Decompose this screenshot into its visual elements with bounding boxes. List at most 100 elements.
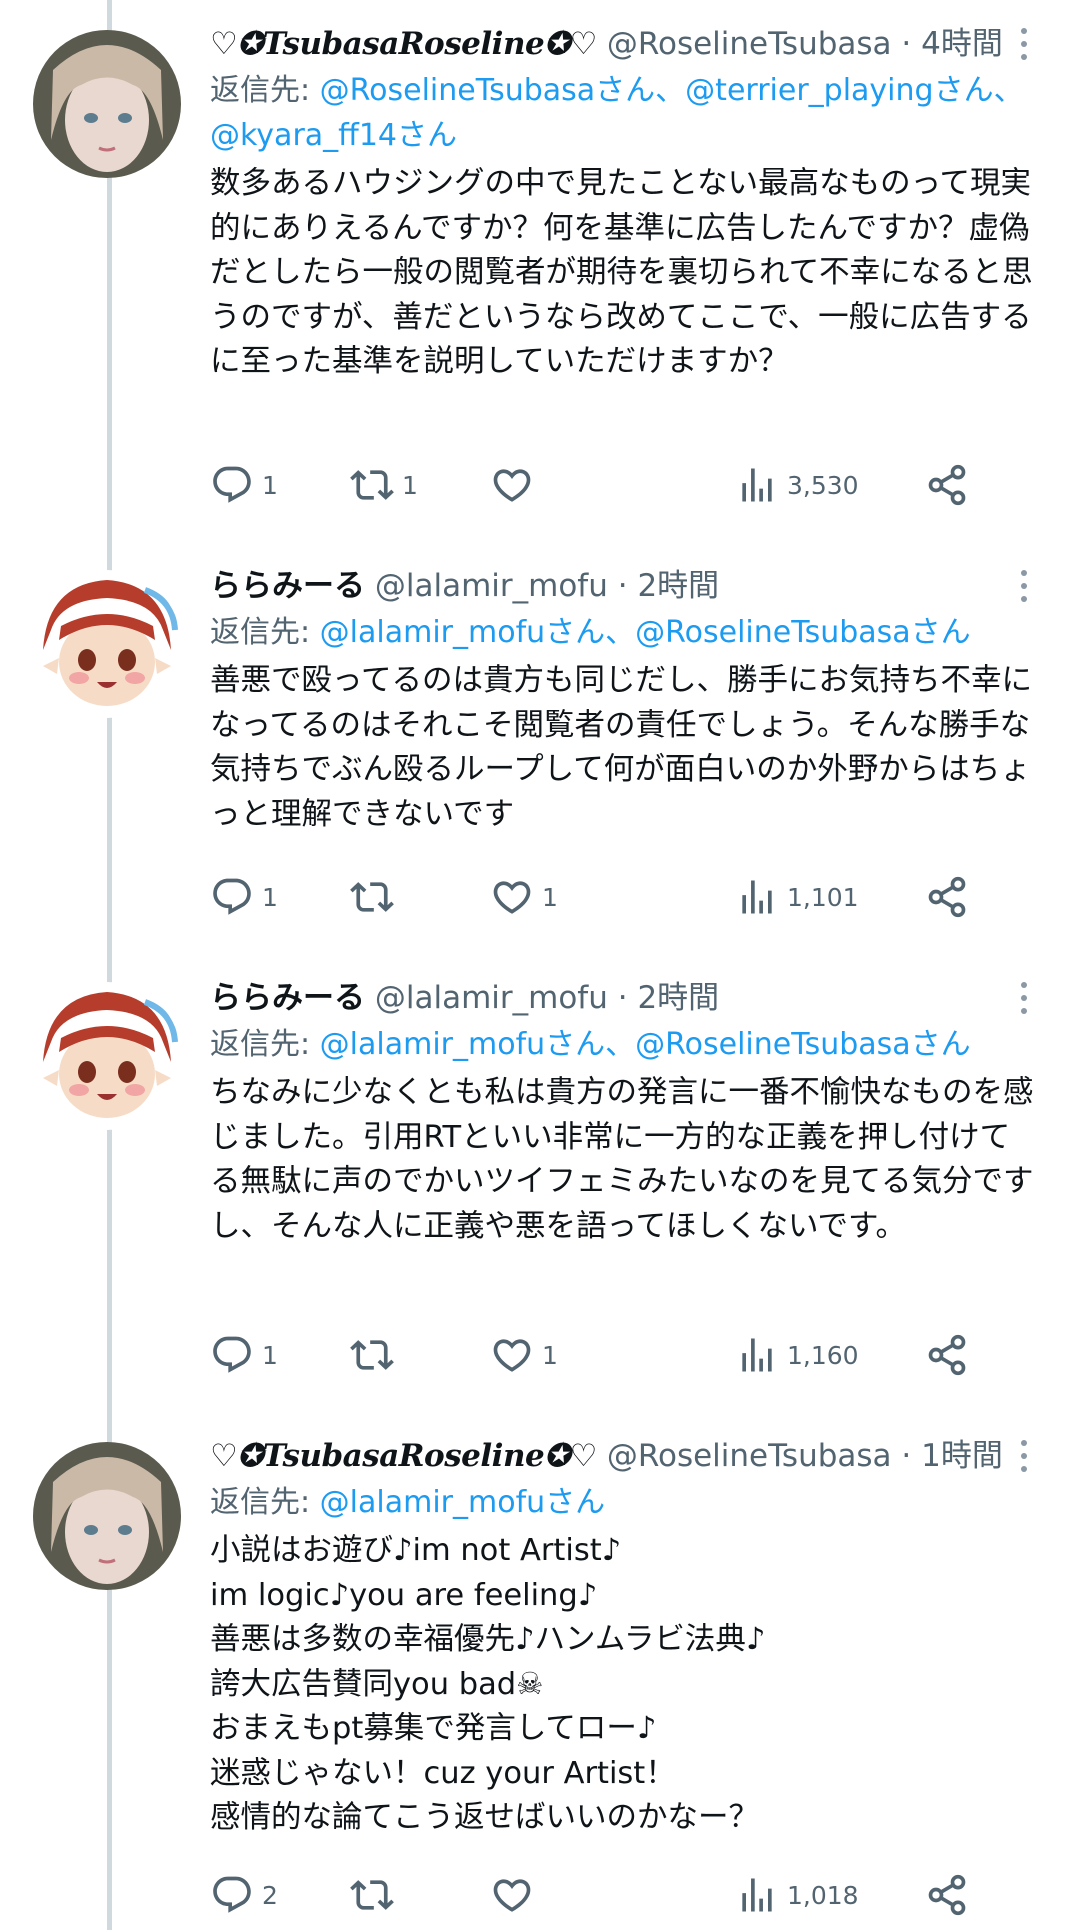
views-button[interactable]: 1,018 [735,1870,859,1920]
like-button[interactable] [490,460,542,510]
tweet[interactable]: ららみーる @lalamir_mofu · 2時間 返信先: @lalamir_… [0,562,1080,952]
avatar[interactable] [33,982,181,1130]
retweet-button[interactable]: 1 [350,460,418,510]
more-icon[interactable] [1016,570,1032,610]
tweet-text: 小説はお遊び♪im not Artist♪ im logic♪you are f… [210,1529,1040,1841]
display-name[interactable]: ららみーる [210,980,365,1016]
reply-to-label: 返信先: [210,615,320,650]
retweet-button[interactable] [350,1330,402,1380]
separator-dot: · [901,1438,912,1474]
tweet-text: ちなみに少なくとも私は貴方の発言に一番不愉快なものを感じました。引用RTといい非… [210,1071,1040,1249]
action-bar: 1 1 1,101 [210,872,990,922]
tweet-header: ♡✪TsubasaRoseline✪♡ @RoselineTsubasa · 1… [210,1432,1040,1480]
share-icon [928,1874,966,1916]
avatar[interactable] [33,30,181,178]
retweet-button[interactable] [350,872,402,922]
views-button[interactable]: 1,160 [735,1330,859,1380]
more-icon[interactable] [1016,982,1032,1022]
reply-count: 1 [262,1340,278,1370]
separator-dot: · [901,26,912,62]
reply-icon [213,878,251,915]
share-button[interactable] [925,460,969,510]
reply-to: 返信先: @RoselineTsubasaさん、@terrier_playing… [210,68,1040,158]
reply-to: 返信先: @lalamir_mofuさん [210,1480,1040,1525]
tweet-text-line: 感情的な論てこう返せばいいのかなー？ [210,1800,759,1835]
retweet-button[interactable] [350,1870,402,1920]
views-count: 3,530 [787,470,859,500]
views-button[interactable]: 1,101 [735,872,859,922]
tweet-text-line: おまえもpt募集で発言してロー♪ [210,1711,657,1746]
reply-button[interactable]: 1 [210,1330,278,1380]
like-button[interactable]: 1 [490,872,558,922]
like-button[interactable]: 1 [490,1330,558,1380]
like-icon [493,1339,531,1372]
like-count: 1 [542,882,558,912]
tweet-text-line: 善悪は多数の幸福優先♪ハンムラビ法典♪ [210,1622,766,1657]
reply-mentions[interactable]: @lalamir_mofuさん [320,1485,605,1520]
avatar[interactable] [33,570,181,718]
tweet-text-line: 数多あるハウジングの中で見たことない最高なものって現実的にありえるんですか？何を… [210,166,1033,379]
views-icon [742,1338,772,1372]
user-handle[interactable]: @RoselineTsubasa [607,26,892,62]
user-handle[interactable]: @RoselineTsubasa [607,1438,892,1474]
share-icon [928,876,966,918]
display-name[interactable]: ららみーる [210,568,365,604]
share-icon [928,1334,966,1376]
tweet-text: 善悪で殴ってるのは貴方も同じだし、勝手にお気持ち不幸になってるのはそれこそ閲覧者… [210,659,1040,837]
display-name[interactable]: ♡✪TsubasaRoseline✪♡ [210,1438,597,1474]
share-button[interactable] [925,872,969,922]
retweet-icon [350,1880,394,1910]
retweet-icon [350,470,394,500]
like-icon [493,469,531,502]
reply-icon [213,1876,251,1913]
tweet-header: ららみーる @lalamir_mofu · 2時間 [210,562,1040,610]
retweet-icon [350,1340,394,1370]
reply-count: 1 [262,470,278,500]
separator-dot: · [617,568,628,604]
views-icon [742,468,772,502]
separator-dot: · [617,980,628,1016]
tweet-text-line: 誇大広告賛同you bad☠ [210,1666,544,1702]
reply-icon [213,1336,251,1373]
reply-icon [213,466,251,503]
user-handle[interactable]: @lalamir_mofu [375,568,608,604]
display-name[interactable]: ♡✪TsubasaRoseline✪♡ [210,26,597,62]
timestamp[interactable]: 2時間 [637,980,719,1016]
action-bar: 2 1,018 [210,1870,990,1920]
timestamp[interactable]: 4時間 [921,26,1003,62]
reply-mentions[interactable]: @RoselineTsubasaさん、@terrier_playingさん、 [320,73,1024,108]
like-count: 1 [542,1340,558,1370]
views-button[interactable]: 3,530 [735,460,859,510]
views-icon [742,880,772,914]
reply-count: 1 [262,882,278,912]
share-button[interactable] [925,1330,969,1380]
reply-to: 返信先: @lalamir_mofuさん、@RoselineTsubasaさん [210,1022,1040,1067]
reply-count: 2 [262,1880,278,1910]
retweet-icon [350,882,394,912]
more-icon[interactable] [1016,28,1032,68]
tweet[interactable]: ♡✪TsubasaRoseline✪♡ @RoselineTsubasa · 4… [0,20,1080,540]
reply-mentions[interactable]: @lalamir_mofuさん、@RoselineTsubasaさん [320,1027,971,1062]
more-icon[interactable] [1016,1440,1032,1480]
timestamp[interactable]: 2時間 [637,568,719,604]
like-icon [493,881,531,914]
action-bar: 1 1 3,530 [210,460,990,510]
reply-mentions[interactable]: @kyara_ff14さん [210,118,457,153]
like-button[interactable] [490,1870,542,1920]
reply-button[interactable]: 1 [210,872,278,922]
reply-to: 返信先: @lalamir_mofuさん、@RoselineTsubasaさん [210,610,1040,655]
action-bar: 1 1 1,160 [210,1330,990,1380]
tweet[interactable]: ららみーる @lalamir_mofu · 2時間 返信先: @lalamir_… [0,974,1080,1434]
timestamp[interactable]: 1時間 [921,1438,1003,1474]
tweet-text-line: im logic♪you are feeling♪ [210,1577,598,1613]
reply-button[interactable]: 1 [210,460,278,510]
tweet-text-line: 善悪で殴ってるのは貴方も同じだし、勝手にお気持ち不幸になってるのはそれこそ閲覧者… [210,663,1032,832]
views-count: 1,101 [787,882,859,912]
avatar[interactable] [33,1442,181,1590]
share-icon [928,464,966,506]
tweet[interactable]: ♡✪TsubasaRoseline✪♡ @RoselineTsubasa · 1… [0,1432,1080,1930]
reply-mentions[interactable]: @lalamir_mofuさん、@RoselineTsubasaさん [320,615,971,650]
reply-button[interactable]: 2 [210,1870,278,1920]
user-handle[interactable]: @lalamir_mofu [375,980,608,1016]
share-button[interactable] [925,1870,969,1920]
